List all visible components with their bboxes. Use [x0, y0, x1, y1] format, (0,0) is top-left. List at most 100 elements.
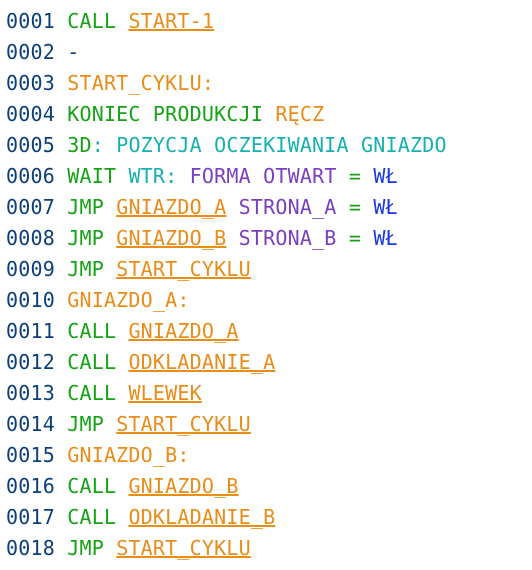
value: WŁ [373, 164, 397, 188]
line-number: 0002 [6, 40, 55, 64]
text [337, 164, 349, 188]
code-line: 0018 JMP START_CYKLU [6, 533, 532, 564]
literal: STRONA_A [239, 195, 337, 219]
keyword: CALL [67, 319, 116, 343]
link-start-cyklu[interactable]: START_CYKLU [116, 412, 251, 436]
text [337, 226, 349, 250]
keyword: JMP [67, 226, 104, 250]
line-number: 0016 [6, 474, 55, 498]
text: = [349, 195, 361, 219]
comment-text: WTR [128, 164, 165, 188]
link-odkladanie-b[interactable]: ODKLADANIE_B [128, 505, 275, 529]
text [104, 226, 116, 250]
code-line: 0005 3D: POZYCJA OCZEKIWANIA GNIAZDO [6, 130, 532, 161]
code-line: 0009 JMP START_CYKLU [6, 254, 532, 285]
line-number: 0017 [6, 505, 55, 529]
link-start-1[interactable]: START-1 [128, 9, 214, 33]
text: = [349, 164, 361, 188]
line-number: 0005 [6, 133, 55, 157]
label: START_CYKLU [67, 71, 202, 95]
label: GNIAZDO_B [67, 443, 177, 467]
keyword: CALL [67, 505, 116, 529]
keyword: CALL [67, 381, 116, 405]
keyword: JMP [67, 536, 104, 560]
code-line: 0004 KONIEC PRODUKCJI RĘCZ [6, 99, 532, 130]
text [337, 195, 349, 219]
keyword: CALL [67, 474, 116, 498]
text [226, 226, 238, 250]
code-line: 0014 JMP START_CYKLU [6, 409, 532, 440]
line-number: 0006 [6, 164, 55, 188]
text [226, 195, 238, 219]
line-number: 0015 [6, 443, 55, 467]
literal: STRONA_B [239, 226, 337, 250]
code-line: 0017 CALL ODKLADANIE_B [6, 502, 532, 533]
code-line: 0015 GNIAZDO_B: [6, 440, 532, 471]
line-number: 0001 [6, 9, 55, 33]
keyword: KONIEC [67, 102, 140, 126]
text: : [177, 288, 189, 312]
text [116, 319, 128, 343]
comment-text: : [165, 164, 177, 188]
text [116, 350, 128, 374]
keyword: JMP [67, 412, 104, 436]
code-line: 0001 CALL START-1 [6, 6, 532, 37]
text: : [202, 71, 214, 95]
line-number: 0004 [6, 102, 55, 126]
keyword: PRODUKCJI [153, 102, 263, 126]
text [116, 9, 128, 33]
value: WŁ [373, 226, 397, 250]
text [104, 195, 116, 219]
line-number: 0010 [6, 288, 55, 312]
code-line: 0010 GNIAZDO_A: [6, 285, 532, 316]
line-number: 0013 [6, 381, 55, 405]
text [361, 164, 373, 188]
text [116, 164, 128, 188]
keyword: JMP [67, 195, 104, 219]
line-number: 0003 [6, 71, 55, 95]
code-line: 0003 START_CYKLU: [6, 68, 532, 99]
link-gniazdo-a[interactable]: GNIAZDO_A [128, 319, 238, 343]
line-number: 0018 [6, 536, 55, 560]
text [263, 102, 275, 126]
text: = [349, 226, 361, 250]
line-number: 0007 [6, 195, 55, 219]
comment-text: : [92, 133, 104, 157]
line-number: 0014 [6, 412, 55, 436]
code-line: 0002 - [6, 37, 532, 68]
text [104, 133, 116, 157]
link-gniazdo-a[interactable]: GNIAZDO_A [116, 195, 226, 219]
link-gniazdo-b[interactable]: GNIAZDO_B [128, 474, 238, 498]
line-number: 0011 [6, 319, 55, 343]
comment-text: POZYCJA OCZEKIWANIA GNIAZDO [116, 133, 447, 157]
text [116, 381, 128, 405]
text [361, 195, 373, 219]
code-line: 0007 JMP GNIAZDO_A STRONA_A = WŁ [6, 192, 532, 223]
keyword: WAIT [67, 164, 116, 188]
line-number: 0012 [6, 350, 55, 374]
code-line: 0016 CALL GNIAZDO_B [6, 471, 532, 502]
link-start-cyklu[interactable]: START_CYKLU [116, 536, 251, 560]
text [116, 474, 128, 498]
code-line: 0012 CALL ODKLADANIE_A [6, 347, 532, 378]
text [104, 412, 116, 436]
link-odkladanie-a[interactable]: ODKLADANIE_A [128, 350, 275, 374]
code-listing: 0001 CALL START-10002 -0003 START_CYKLU:… [0, 0, 532, 564]
text [104, 257, 116, 281]
text [177, 164, 189, 188]
text [141, 102, 153, 126]
line-number: 0009 [6, 257, 55, 281]
text [116, 505, 128, 529]
text [361, 226, 373, 250]
label: RĘCZ [275, 102, 324, 126]
code-line: 0011 CALL GNIAZDO_A [6, 316, 532, 347]
label: GNIAZDO_A [67, 288, 177, 312]
link-wlewek[interactable]: WLEWEK [128, 381, 201, 405]
keyword: 3D [67, 133, 91, 157]
link-start-cyklu[interactable]: START_CYKLU [116, 257, 251, 281]
link-gniazdo-b[interactable]: GNIAZDO_B [116, 226, 226, 250]
code-line: 0006 WAIT WTR: FORMA OTWART = WŁ [6, 161, 532, 192]
line-number: 0008 [6, 226, 55, 250]
keyword: CALL [67, 9, 116, 33]
text [104, 536, 116, 560]
